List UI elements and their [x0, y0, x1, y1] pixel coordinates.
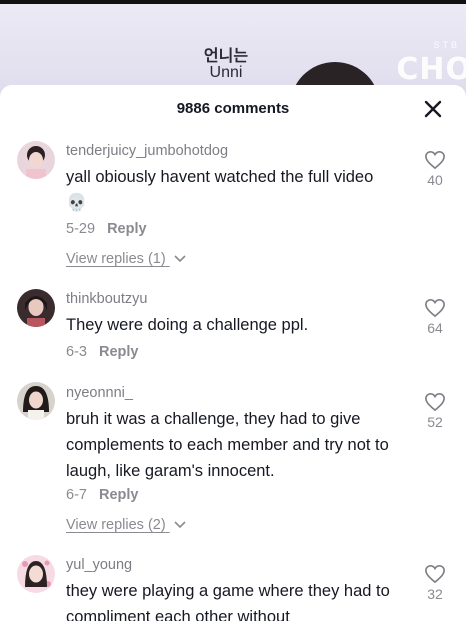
comment-meta: 6-3 Reply [66, 344, 139, 360]
comment-username[interactable]: yul_young [66, 557, 132, 573]
comment-text: yall obiously havent watched the full vi… [66, 164, 396, 216]
like-count: 32 [427, 586, 443, 602]
view-replies-button[interactable]: View replies (2) [66, 517, 186, 533]
skull-icon: 💀 [66, 193, 88, 213]
comment-meta: 5-29 Reply [66, 221, 147, 237]
video-brand: CHO [396, 52, 466, 87]
video-caption-english: Unni [209, 63, 243, 81]
comment-meta: 6-7 Reply [66, 487, 139, 503]
avatar-image [17, 555, 55, 593]
video-caption: 언니는 Unni [196, 46, 256, 82]
comments-sheet: 9886 comments tenderjuicy_jumbohotdog ya… [0, 85, 466, 621]
avatar[interactable] [17, 555, 55, 593]
avatar-image [17, 382, 55, 420]
reply-button[interactable]: Reply [107, 221, 147, 237]
avatar[interactable] [17, 382, 55, 420]
comment-username[interactable]: tenderjuicy_jumbohotdog [66, 143, 228, 159]
avatar-image [17, 141, 55, 179]
comment-text: They were doing a challenge ppl. [66, 316, 309, 334]
reply-button[interactable]: Reply [99, 344, 139, 360]
avatar[interactable] [17, 141, 55, 179]
heart-icon [425, 392, 445, 412]
like-count: 64 [427, 320, 443, 336]
like-count: 52 [427, 414, 443, 430]
comment-date: 6-7 [66, 487, 87, 503]
chevron-down-icon [174, 255, 186, 263]
comment-date: 6-3 [66, 344, 87, 360]
comment-username[interactable]: thinkboutzyu [66, 291, 147, 307]
close-icon [424, 100, 442, 118]
view-replies-button[interactable]: View replies (1) [66, 251, 186, 267]
close-button[interactable] [424, 100, 442, 118]
comment-text: bruh it was a challenge, they had to giv… [66, 410, 389, 480]
video-caption-korean: 언니는 [203, 46, 249, 65]
comment-date: 5-29 [66, 221, 96, 237]
chevron-down-icon [174, 521, 186, 529]
like-button[interactable]: 52 [422, 392, 448, 430]
like-button[interactable]: 64 [422, 298, 448, 336]
comment-text: they were playing a game where they had … [66, 582, 390, 621]
like-count: 40 [427, 172, 443, 188]
video-brand-small: STB [433, 40, 460, 50]
comments-count-title: 9886 comments [176, 100, 290, 117]
heart-icon [425, 150, 445, 170]
comments-header: 9886 comments [0, 85, 466, 135]
reply-button[interactable]: Reply [99, 487, 139, 503]
like-button[interactable]: 40 [422, 150, 448, 188]
like-button[interactable]: 32 [422, 564, 448, 602]
avatar-image [17, 289, 55, 327]
heart-icon [425, 564, 445, 584]
avatar[interactable] [17, 289, 55, 327]
comment-text-body: yall obiously havent watched the full vi… [66, 168, 374, 186]
comment-username[interactable]: nyeonnni_ [66, 385, 133, 401]
heart-icon [425, 298, 445, 318]
view-replies-label: View replies (2) [66, 517, 166, 533]
view-replies-label: View replies (1) [66, 251, 166, 267]
